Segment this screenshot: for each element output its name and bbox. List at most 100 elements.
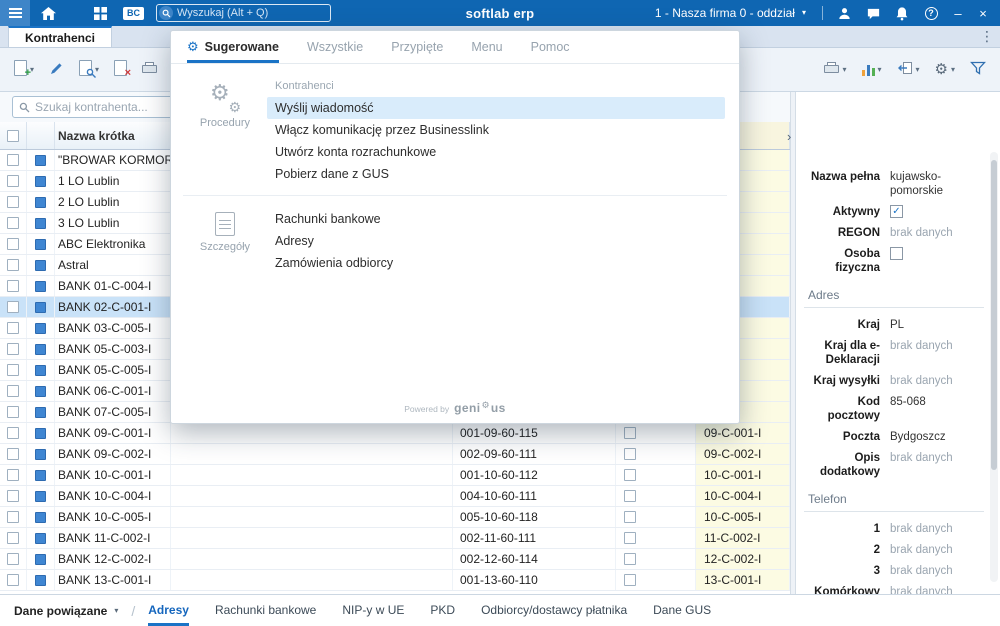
row-number[interactable]: 001-09-60-115 [453,423,616,443]
row-number[interactable]: 004-10-60-111 [453,486,616,506]
edit-button[interactable] [47,58,66,82]
row-name[interactable]: 1 LO Lublin [55,171,171,191]
row-name[interactable]: 2 LO Lublin [55,192,171,212]
bottom-tab-odbiorcy-dostawcy-p-atnika[interactable]: Odbiorcy/dostawcy płatnika [481,595,627,626]
add-document-button[interactable]: + ▾ [12,57,36,82]
global-search-input[interactable] [173,7,330,19]
field-value[interactable]: kujawsko-pomorskie [890,170,984,198]
print-button[interactable] [140,59,159,81]
chevron-down-icon[interactable]: ▾ [842,65,846,74]
field-value[interactable]: brak danych [890,522,984,536]
row-checkbox[interactable] [0,507,27,527]
row-code[interactable]: 10-C-005-I [696,507,790,527]
overlay-menu-item-w-cz-komunikacj-przez-businesslink[interactable]: Włącz komunikację przez Businesslink [267,119,725,141]
overlay-menu-item-zam-wienia-odbiorcy[interactable]: Zamówienia odbiorcy [267,252,725,274]
row-checkbox[interactable] [0,528,27,548]
row-name[interactable]: BANK 07-C-005-I [55,402,171,422]
row-flag-checkbox[interactable] [616,465,696,485]
overlay-tab-wszystkie[interactable]: Wszystkie [307,31,363,63]
row-code[interactable]: 09-C-001-I [696,423,790,443]
row-name[interactable]: BANK 10-C-005-I [55,507,171,527]
overlay-menu-item-utw-rz-konta-rozrachunkowe[interactable]: Utwórz konta rozrachunkowe [267,141,725,163]
row-name[interactable]: BANK 10-C-004-I [55,486,171,506]
field-value[interactable]: 85-068 [890,395,984,409]
field-value[interactable]: brak danych [890,226,984,240]
view-document-button[interactable]: ▾ [77,57,101,82]
bottom-tab-pkd[interactable]: PKD [430,595,455,626]
overlay-tab-menu[interactable]: Menu [471,31,502,63]
field-value[interactable]: brak danych [890,564,984,578]
row-checkbox[interactable] [0,381,27,401]
column-header-name[interactable]: Nazwa krótka [55,122,171,149]
row-number[interactable]: 002-09-60-111 [453,444,616,464]
bc-badge[interactable]: BC [123,6,144,20]
row-name[interactable]: BANK 03-C-005-I [55,318,171,338]
overlay-menu-item-rachunki-bankowe[interactable]: Rachunki bankowe [267,208,725,230]
row-name[interactable]: BANK 06-C-001-I [55,381,171,401]
apps-grid-icon[interactable] [87,0,113,26]
row-name[interactable]: Astral [55,255,171,275]
row-checkbox[interactable] [0,255,27,275]
global-search[interactable] [156,4,331,22]
tabbar-overflow-menu-icon[interactable]: ⋮ [974,26,1000,47]
row-checkbox[interactable] [0,213,27,233]
bottom-tab-rachunki-bankowe[interactable]: Rachunki bankowe [215,595,316,626]
table-row[interactable]: BANK 10-C-004-I 004-10-60-111 10-C-004-I [0,486,790,507]
row-name[interactable]: BANK 05-C-005-I [55,360,171,380]
row-checkbox[interactable] [0,570,27,590]
table-row[interactable]: BANK 09-C-001-I 001-09-60-115 09-C-001-I [0,423,790,444]
bottom-tab-dane-gus[interactable]: Dane GUS [653,595,711,626]
notifications-bell-icon[interactable] [889,0,915,26]
row-name[interactable]: BANK 11-C-002-I [55,528,171,548]
field-value[interactable]: brak danych [890,543,984,557]
chart-button[interactable]: ▾ [860,61,884,79]
chat-icon[interactable] [860,0,886,26]
row-checkbox[interactable] [0,150,27,170]
delete-document-button[interactable]: × [112,57,131,82]
overlay-tab-przypi-te[interactable]: Przypięte [391,31,443,63]
field-value[interactable]: brak danych [890,451,984,465]
table-row[interactable]: BANK 10-C-001-I 001-10-60-112 10-C-001-I [0,465,790,486]
row-checkbox[interactable] [0,402,27,422]
row-flag-checkbox[interactable] [616,549,696,569]
row-checkbox[interactable] [0,339,27,359]
row-checkbox[interactable] [0,465,27,485]
row-name[interactable]: BANK 09-C-001-I [55,423,171,443]
row-checkbox[interactable] [0,318,27,338]
field-checkbox[interactable]: ✓ [890,205,903,218]
row-checkbox[interactable] [0,234,27,254]
row-number[interactable]: 001-13-60-110 [453,570,616,590]
row-code[interactable]: 10-C-001-I [696,465,790,485]
table-row[interactable]: BANK 13-C-001-I 001-13-60-110 13-C-001-I [0,570,790,591]
overlay-tab-pomoc[interactable]: Pomoc [531,31,570,63]
row-name[interactable]: BANK 05-C-003-I [55,339,171,359]
panel-scrollbar[interactable] [990,152,998,582]
row-checkbox[interactable] [0,360,27,380]
row-checkbox[interactable] [0,297,27,317]
table-row[interactable]: BANK 11-C-002-I 002-11-60-111 11-C-002-I [0,528,790,549]
select-all-checkbox[interactable] [0,122,27,149]
table-row[interactable]: BANK 09-C-002-I 002-09-60-111 09-C-002-I [0,444,790,465]
row-flag-checkbox[interactable] [616,486,696,506]
row-code[interactable]: 10-C-004-I [696,486,790,506]
bottom-tab-nip-y-w-ue[interactable]: NIP-y w UE [342,595,404,626]
filter-button[interactable] [968,58,988,81]
bottom-tab-adresy[interactable]: Adresy [148,595,189,626]
company-selector[interactable]: 1 - Nasza firma 0 - oddział ▾ [655,6,806,20]
table-row[interactable]: BANK 12-C-002-I 002-12-60-114 12-C-002-I [0,549,790,570]
chevron-down-icon[interactable]: ▾ [916,65,920,74]
row-number[interactable]: 002-11-60-111 [453,528,616,548]
table-row[interactable]: BANK 10-C-005-I 005-10-60-118 10-C-005-I [0,507,790,528]
row-number[interactable]: 002-12-60-114 [453,549,616,569]
field-value[interactable]: brak danych [890,585,984,594]
import-button[interactable]: ▾ [895,58,922,81]
print-button[interactable]: ▾ [822,59,848,81]
row-checkbox[interactable] [0,549,27,569]
field-value[interactable]: Bydgoszcz [890,430,984,444]
overlay-menu-item-pobierz-dane-z-gus[interactable]: Pobierz dane z GUS [267,163,725,185]
row-checkbox[interactable] [0,444,27,464]
field-value[interactable]: brak danych [890,374,984,388]
row-number[interactable]: 005-10-60-118 [453,507,616,527]
field-checkbox[interactable] [890,247,903,260]
overlay-menu-item-adresy[interactable]: Adresy [267,230,725,252]
